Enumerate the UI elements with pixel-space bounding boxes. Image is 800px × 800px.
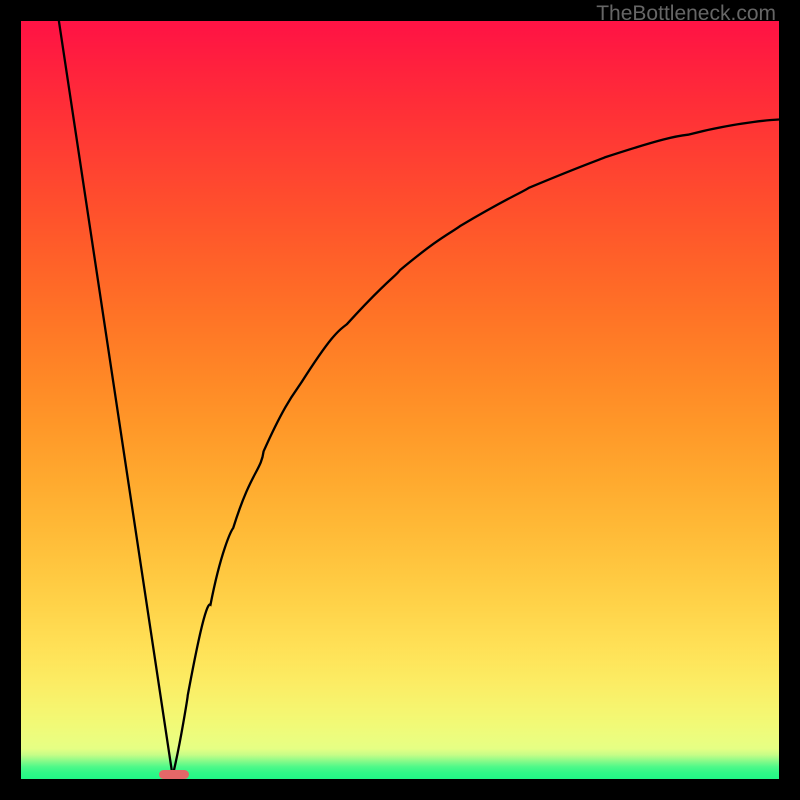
minimum-marker [159, 770, 189, 779]
curve-left-branch [59, 21, 173, 776]
attribution-watermark: TheBottleneck.com [596, 2, 776, 26]
curve-right-branch [173, 120, 779, 777]
plot-area [21, 21, 779, 779]
chart-frame: TheBottleneck.com [0, 0, 800, 800]
bottleneck-curve [21, 21, 779, 779]
